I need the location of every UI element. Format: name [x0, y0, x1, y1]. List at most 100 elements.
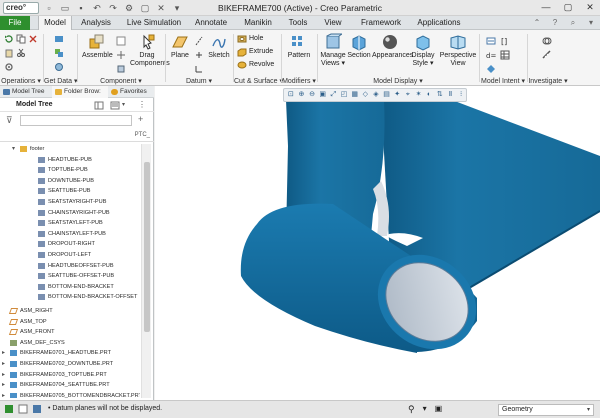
help-icon[interactable]: ?	[550, 18, 560, 28]
expand-icon[interactable]: ▸	[2, 380, 5, 390]
component-small-icon-1[interactable]	[116, 36, 126, 46]
tab-tools[interactable]: Tools	[284, 16, 312, 30]
tab-view[interactable]: View	[318, 16, 348, 30]
tree-scrollbar[interactable]	[141, 144, 151, 398]
repaint-icon[interactable]: ▣	[318, 90, 328, 100]
axis-icon[interactable]	[194, 36, 204, 46]
annotation-display-icon[interactable]: ⌖	[403, 90, 413, 100]
tree-scrollbar-thumb[interactable]	[144, 162, 150, 332]
revolve-button[interactable]: Revolve	[236, 61, 280, 69]
filter-icon[interactable]: ⊽	[6, 115, 13, 126]
full-screen-icon[interactable]	[32, 404, 42, 414]
tree-search-input[interactable]	[20, 115, 132, 126]
component-small-icon-3[interactable]	[116, 64, 126, 74]
maximize-icon[interactable]: ▢	[562, 2, 574, 13]
tree-settings-dropdown-icon[interactable]: ▾	[122, 101, 125, 108]
tab-favorites[interactable]: Favorites	[108, 86, 154, 98]
expand-icon[interactable]: ▸	[2, 391, 5, 398]
perspective-view-button[interactable]: Perspective View	[438, 33, 478, 68]
global-interference-icon[interactable]	[542, 36, 552, 46]
zoom-in-icon[interactable]: ⊕	[297, 90, 307, 100]
relations-icon[interactable]: d=	[486, 50, 496, 60]
appearances-button[interactable]: Appearances	[372, 33, 413, 60]
copy-geometry-icon[interactable]	[54, 48, 64, 58]
group-label-model-display[interactable]: Model Display ▾	[318, 77, 478, 85]
family-table-icon[interactable]	[500, 50, 510, 60]
tab-model[interactable]: Model	[38, 16, 72, 31]
shrinkwrap-icon[interactable]	[54, 62, 64, 72]
reorient-icon[interactable]: ⤢	[329, 90, 339, 100]
group-label-get-data[interactable]: Get Data ▾	[44, 77, 77, 85]
find-icon[interactable]: ⚲	[408, 404, 415, 415]
measure-icon[interactable]	[542, 50, 552, 60]
tab-framework[interactable]: Framework	[356, 16, 406, 30]
spin-center-icon[interactable]: ✶	[414, 90, 424, 100]
toolbar-menu-icon[interactable]: ⁝	[456, 90, 466, 100]
switch-dimensions-icon[interactable]	[486, 36, 496, 46]
zoom-out-icon[interactable]: ⊖	[307, 90, 317, 100]
publish-geometry-icon[interactable]	[486, 64, 496, 74]
group-label-modifiers[interactable]: Modifiers ▾	[282, 77, 316, 85]
pattern-button[interactable]: Pattern	[284, 33, 314, 60]
tab-file[interactable]: File	[0, 16, 30, 30]
toggle-navigator-icon[interactable]	[4, 404, 14, 414]
point-icon[interactable]	[194, 50, 204, 60]
expand-icon[interactable]: ▸	[2, 359, 5, 369]
copy-icon[interactable]	[16, 34, 26, 44]
hole-button[interactable]: Hole	[236, 35, 280, 43]
regenerate-icon[interactable]	[4, 34, 14, 44]
paste-icon[interactable]	[4, 48, 14, 58]
sketch-button[interactable]: Sketch	[208, 33, 230, 60]
tree-more-icon[interactable]: ⋮	[138, 100, 146, 109]
tab-model-tree[interactable]: Model Tree	[0, 86, 52, 98]
bike-frame-model[interactable]	[155, 86, 600, 400]
appearance-toolbar-icon[interactable]: ◐	[424, 90, 434, 100]
ribbon-options-icon[interactable]: ▾	[586, 18, 596, 28]
selection-filter-select[interactable]: Geometry ▾	[498, 404, 594, 416]
manage-views-button[interactable]: Manage Views ▾	[320, 33, 346, 68]
group-label-model-intent[interactable]: Model Intent ▾	[480, 77, 526, 85]
select-dropdown-icon[interactable]: ▾	[423, 404, 427, 415]
section-toolbar-icon[interactable]: ▤	[382, 90, 392, 100]
settings-icon[interactable]	[4, 62, 14, 72]
tab-folder-browser[interactable]: Folder Brow:	[52, 86, 108, 98]
assemble-button[interactable]: Assemble	[82, 33, 113, 60]
pause-icon[interactable]: Ⅱ	[446, 90, 456, 100]
datum-display-icon[interactable]: ✦	[392, 90, 402, 100]
graphics-window[interactable]: ⊡ ⊕ ⊖ ▣ ⤢ ◰ ▦ ◇ ◈ ▤ ✦ ⌖ ✶ ◐ ⇅ Ⅱ ⁝	[155, 86, 600, 400]
toggle-browser-icon[interactable]	[18, 404, 28, 414]
minimize-ribbon-icon[interactable]: ⌃	[532, 18, 542, 28]
user-defined-feature-icon[interactable]	[54, 34, 64, 44]
perspective-icon[interactable]: ◇	[360, 90, 370, 100]
group-label-investigate[interactable]: Investigate ▾	[528, 77, 568, 85]
group-label-datum[interactable]: Datum ▾	[166, 77, 232, 85]
display-style-toolbar-icon[interactable]: ◈	[371, 90, 381, 100]
plane-button[interactable]: Plane	[170, 33, 190, 60]
section-button[interactable]: Section	[346, 33, 372, 60]
group-label-operations[interactable]: Operations ▾	[0, 77, 42, 85]
selection-filter-icon[interactable]: ▣	[435, 404, 443, 415]
group-label-cut-surface[interactable]: Cut & Surface ▾	[234, 77, 283, 85]
drag-components-button[interactable]: Drag Components	[130, 33, 170, 68]
search-icon[interactable]: ⌕	[568, 18, 578, 28]
tree-settings-icon[interactable]	[110, 101, 120, 110]
tab-live-simulation[interactable]: Live Simulation	[124, 16, 184, 30]
column-ptc[interactable]: PTC_	[135, 132, 150, 138]
expand-icon[interactable]: ▸	[2, 370, 5, 380]
extrude-button[interactable]: Extrude	[236, 48, 280, 57]
display-style-button[interactable]: Display Style ▾	[410, 33, 436, 68]
csys-icon[interactable]	[194, 64, 204, 74]
delete-icon[interactable]	[28, 34, 38, 44]
expand-icon[interactable]: ▸	[2, 348, 5, 358]
collapse-icon[interactable]: ▾	[12, 144, 15, 154]
group-label-component[interactable]: Component ▾	[78, 77, 164, 85]
saved-orientations-icon[interactable]: ◰	[339, 90, 349, 100]
tab-applications[interactable]: Applications	[412, 16, 466, 30]
refit-icon[interactable]: ⊡	[286, 90, 296, 100]
tree-columns-icon[interactable]	[94, 101, 104, 110]
view-manager-icon[interactable]: ▦	[350, 90, 360, 100]
parameters-icon[interactable]: []	[500, 36, 510, 46]
close-icon[interactable]: ✕	[584, 2, 596, 13]
tab-analysis[interactable]: Analysis	[76, 16, 116, 30]
minimize-icon[interactable]: —	[540, 2, 552, 13]
